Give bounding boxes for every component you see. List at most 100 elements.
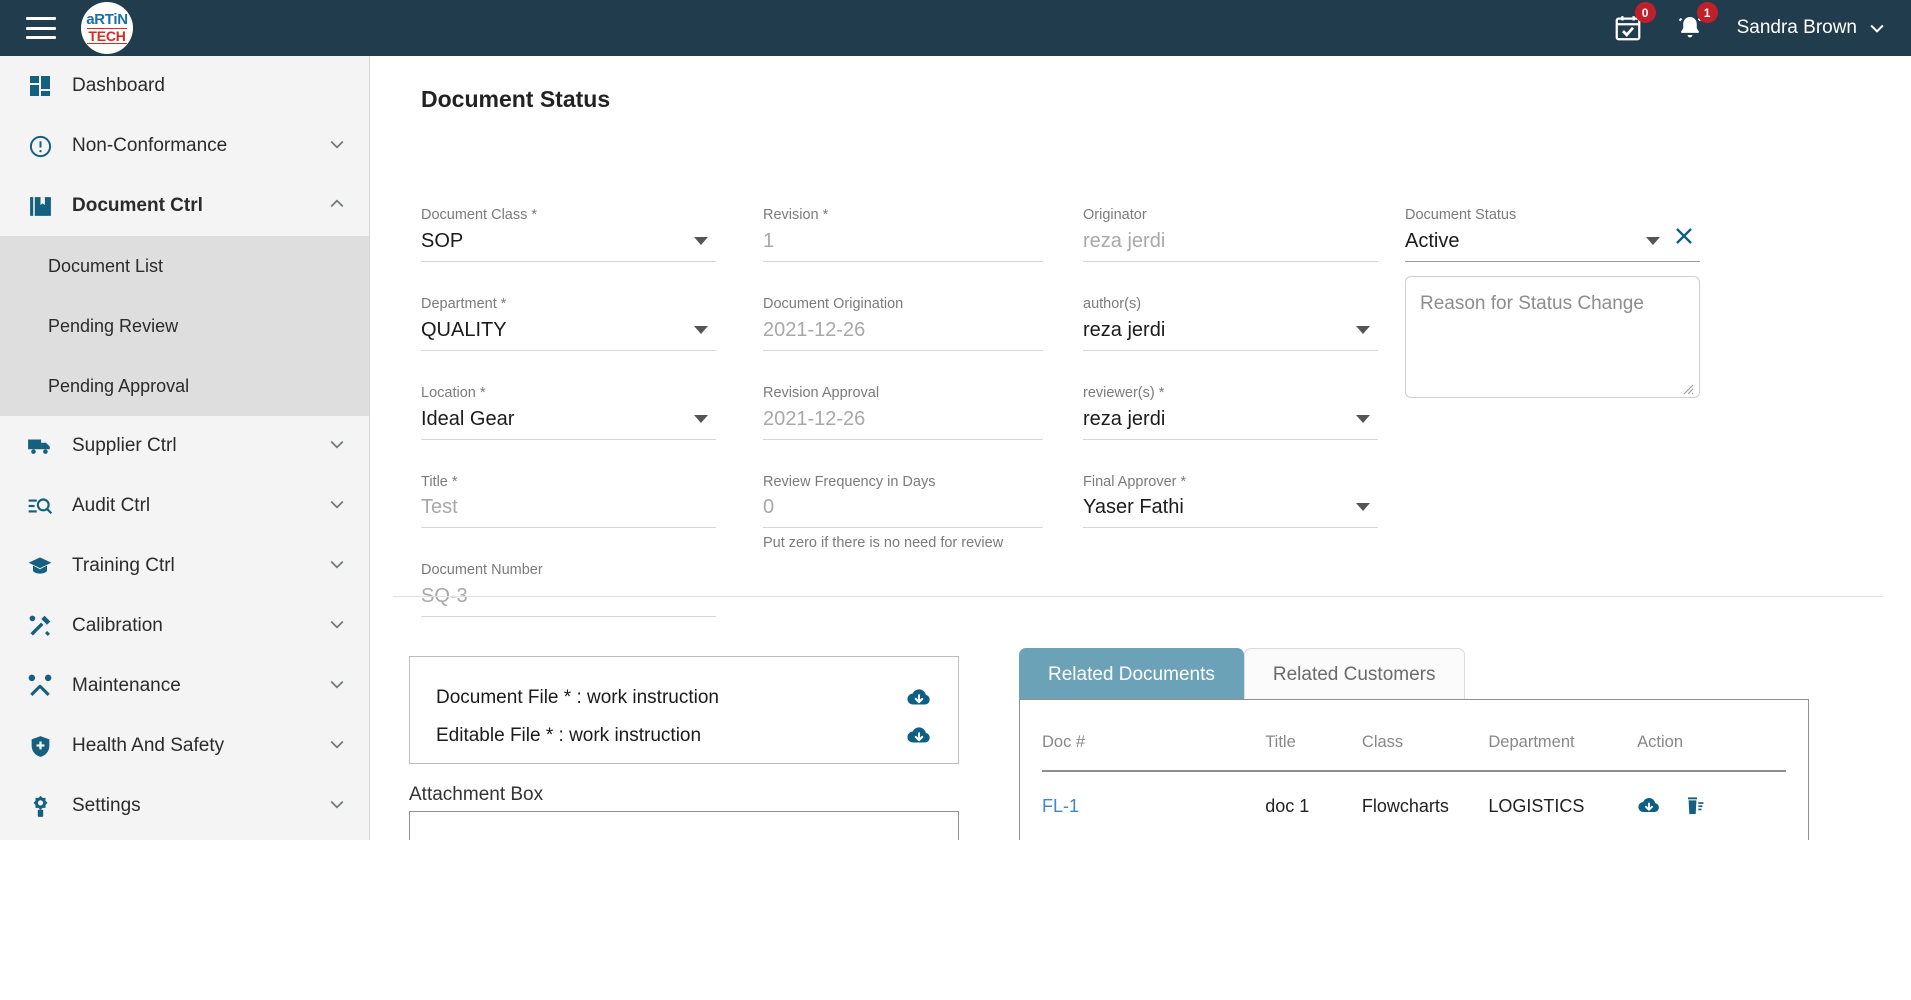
- document-number-input[interactable]: SQ-3: [421, 580, 716, 616]
- chevron-down-icon[interactable]: [1356, 503, 1370, 512]
- hamburger-menu-icon[interactable]: [26, 17, 56, 39]
- table-row[interactable]: FL-1 doc 1 Flowcharts LOGISTICS: [1042, 771, 1786, 840]
- reason-for-status-change-textarea[interactable]: Reason for Status Change: [1405, 276, 1700, 399]
- cloud-download-icon[interactable]: [906, 723, 932, 749]
- document-class-field[interactable]: Document Class * SOP: [421, 206, 716, 262]
- sidebar-item-supplier-ctrl[interactable]: Supplier Ctrl: [0, 416, 369, 476]
- notifications-button[interactable]: 1: [1675, 2, 1718, 43]
- location-field[interactable]: Location * Ideal Gear: [421, 384, 716, 440]
- chevron-down-icon[interactable]: [1646, 237, 1660, 246]
- sidebar-label-maintenance: Maintenance: [72, 675, 181, 696]
- authors-field[interactable]: author(s) reza jerdi: [1083, 295, 1378, 351]
- document-origination-value[interactable]: 2021-12-26: [763, 314, 1043, 350]
- chevron-down-icon[interactable]: [327, 554, 347, 579]
- sidebar-item-health-and-safety[interactable]: Health And Safety: [0, 716, 369, 776]
- originator-value[interactable]: reza jerdi: [1083, 225, 1378, 261]
- document-file-label: Document File * : work instruction: [436, 687, 719, 708]
- sidebar-label-pending-review: Pending Review: [48, 315, 179, 336]
- chevron-down-icon[interactable]: [327, 794, 347, 819]
- chevron-down-icon[interactable]: [694, 325, 708, 334]
- document-number-field[interactable]: Document Number SQ-3: [421, 561, 716, 618]
- user-account-menu[interactable]: Sandra Brown: [1737, 17, 1887, 39]
- app-logo[interactable]: aRTiN TECH: [81, 2, 133, 54]
- revision-approval-field[interactable]: Revision Approval 2021-12-26: [763, 384, 1043, 440]
- title-input[interactable]: Test: [421, 491, 716, 527]
- review-frequency-field[interactable]: Review Frequency in Days 0 Put zero if t…: [763, 473, 1043, 551]
- chevron-down-icon[interactable]: [327, 734, 347, 759]
- sidebar-label-pending-approval: Pending Approval: [48, 375, 190, 396]
- field-underline: [421, 438, 716, 440]
- authors-label: author(s): [1083, 295, 1142, 312]
- dashboard-icon: [26, 72, 54, 100]
- sidebar-item-audit-ctrl[interactable]: Audit Ctrl: [0, 476, 369, 536]
- hammer-wrench-icon: [26, 672, 54, 700]
- sidebar-item-dashboard[interactable]: Dashboard: [0, 56, 369, 116]
- chevron-down-icon[interactable]: [694, 414, 708, 423]
- field-underline: [421, 616, 716, 618]
- chevron-down-icon[interactable]: [327, 674, 347, 699]
- review-frequency-input[interactable]: 0: [763, 491, 1043, 527]
- revision-approval-value[interactable]: 2021-12-26: [763, 403, 1043, 439]
- revision-input[interactable]: 1: [763, 225, 1043, 261]
- attachment-box[interactable]: [409, 811, 959, 840]
- resize-grip-icon[interactable]: [1680, 379, 1694, 395]
- left-sidebar-navigation: Dashboard Non-Conformance Document Ctrl …: [0, 56, 370, 840]
- revision-label: Revision *: [763, 207, 829, 223]
- chevron-down-icon[interactable]: [327, 134, 347, 159]
- reviewers-label: reviewer(s) *: [1083, 384, 1165, 401]
- sidebar-item-pending-review[interactable]: Pending Review: [0, 296, 369, 356]
- calendar-tasks-button[interactable]: 0: [1613, 2, 1656, 43]
- chevron-down-icon[interactable]: [327, 614, 347, 639]
- field-underline: [763, 438, 1043, 440]
- sidebar-label-calibration: Calibration: [72, 615, 163, 636]
- sidebar-item-training-ctrl[interactable]: Training Ctrl: [0, 536, 369, 596]
- trash-icon[interactable]: [1683, 794, 1707, 818]
- sidebar-submenu-document-ctrl: Document List Pending Review Pending App…: [0, 236, 369, 416]
- cloud-download-icon[interactable]: [1637, 794, 1661, 818]
- alert-circle-icon: [26, 132, 54, 160]
- sidebar-item-document-ctrl[interactable]: Document Ctrl: [0, 176, 369, 236]
- cloud-download-icon[interactable]: [906, 685, 932, 711]
- title-field[interactable]: Title * Test: [421, 473, 716, 529]
- revision-field[interactable]: Revision * 1: [763, 206, 1043, 262]
- final-approver-value: Yaser Fathi: [1083, 496, 1184, 519]
- notification-badge-count: 1: [1696, 2, 1718, 23]
- sidebar-item-non-conformance[interactable]: Non-Conformance: [0, 116, 369, 176]
- sidebar-item-settings[interactable]: Settings: [0, 776, 369, 836]
- final-approver-field[interactable]: Final Approver * Yaser Fathi: [1083, 473, 1378, 529]
- field-underline: [763, 527, 1043, 529]
- logo-text-top: aRTiN: [86, 11, 128, 28]
- sidebar-item-maintenance[interactable]: Maintenance: [0, 656, 369, 716]
- editable-file-row: Editable File * : work instruction: [436, 717, 932, 755]
- logo-text-bottom: TECH: [87, 28, 127, 44]
- cell-actions: [1637, 771, 1786, 840]
- sidebar-label-settings: Settings: [72, 795, 141, 816]
- location-value: Ideal Gear: [421, 407, 515, 430]
- chevron-down-icon[interactable]: [1356, 414, 1370, 423]
- tab-related-documents[interactable]: Related Documents: [1019, 648, 1244, 701]
- chevron-down-icon[interactable]: [1356, 325, 1370, 334]
- chevron-down-icon[interactable]: [327, 434, 347, 459]
- field-underline: [763, 349, 1043, 351]
- document-origination-label: Document Origination: [763, 295, 904, 312]
- cell-title: doc 1: [1265, 771, 1362, 840]
- tab-related-customers[interactable]: Related Customers: [1243, 648, 1465, 701]
- document-status-field[interactable]: Document Status Active: [1405, 206, 1700, 263]
- chevron-down-icon[interactable]: [694, 236, 708, 245]
- clear-status-icon[interactable]: [1672, 224, 1696, 248]
- originator-field[interactable]: Originator reza jerdi: [1083, 206, 1378, 262]
- department-field[interactable]: Department * QUALITY: [421, 295, 716, 351]
- chevron-down-icon[interactable]: [327, 494, 347, 519]
- sidebar-label-health-and-safety: Health And Safety: [72, 735, 225, 756]
- sidebar-item-document-list[interactable]: Document List: [0, 236, 369, 296]
- sidebar-item-pending-approval[interactable]: Pending Approval: [0, 356, 369, 416]
- sidebar-item-calibration[interactable]: Calibration: [0, 596, 369, 656]
- reviewers-field[interactable]: reviewer(s) * reza jerdi: [1083, 384, 1378, 440]
- document-origination-field[interactable]: Document Origination 2021-12-26: [763, 295, 1043, 351]
- document-file-row: Document File * : work instruction: [436, 679, 932, 717]
- form-column-2: Revision * 1 Document Origination 2021-1…: [763, 206, 1043, 551]
- cell-doc-no[interactable]: FL-1: [1042, 771, 1266, 840]
- chevron-up-icon[interactable]: [327, 194, 347, 219]
- header-actions: 0 1 Sandra Brown: [1613, 2, 1911, 43]
- related-documents-panel: Doc # Title Class Department Action FL-1…: [1019, 699, 1809, 840]
